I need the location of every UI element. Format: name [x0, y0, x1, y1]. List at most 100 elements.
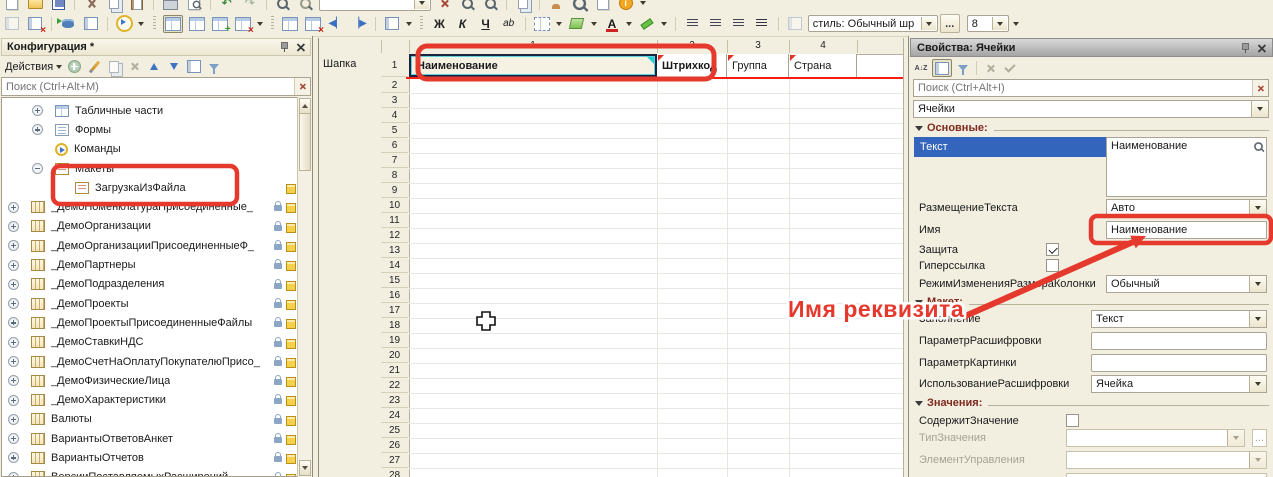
move-down-icon[interactable] [165, 59, 183, 75]
edit-pencil-icon[interactable] [85, 59, 103, 75]
tree-item[interactable]: ВерсииПоставляемыхРасширений [2, 468, 310, 477]
fill-color-options-icon[interactable] [591, 22, 597, 26]
tree-item[interactable]: _ДемоПодразделения [2, 275, 310, 294]
tree-item[interactable]: _ДемоПроекты [2, 294, 310, 313]
highlight-options-icon[interactable] [661, 22, 667, 26]
copy-add-icon[interactable] [105, 59, 123, 75]
borders-options-icon[interactable] [556, 22, 562, 26]
expand-icon[interactable] [8, 202, 19, 213]
section-header-layout[interactable]: Макет: [915, 295, 1269, 309]
collapse-icon[interactable] [915, 300, 923, 305]
property-label-text[interactable]: Текст [914, 137, 1112, 157]
chevron-down-icon[interactable] [1251, 101, 1268, 117]
filter-icon[interactable] [205, 59, 223, 75]
row-header[interactable]: 23 [381, 393, 408, 408]
category-view-icon[interactable] [932, 59, 952, 77]
form-icon[interactable] [82, 16, 100, 32]
row-header[interactable]: 3 [381, 93, 408, 108]
properties-panel-header[interactable]: Свойства: Ячейки [910, 38, 1273, 57]
row-header[interactable]: 17 [381, 303, 408, 318]
picture-parameter-input[interactable] [1091, 354, 1267, 372]
collapse-icon[interactable] [915, 401, 923, 406]
locked-grid-icon[interactable] [3, 16, 21, 32]
property-label[interactable]: СодержитЗначение [919, 412, 1019, 430]
cut-icon[interactable] [82, 0, 100, 11]
row-header[interactable]: 26 [381, 438, 408, 453]
window-icon[interactable] [185, 59, 203, 75]
scrollbar-thumb[interactable] [299, 113, 311, 171]
row-header[interactable]: 7 [381, 153, 408, 168]
expand-icon[interactable] [32, 124, 43, 135]
tree-item[interactable]: _ДемоПартнеры [2, 255, 310, 274]
tree-item-zagruzka-iz-faila[interactable]: ЗагрузкаИзФайла [2, 178, 310, 197]
save-icon[interactable] [49, 0, 67, 11]
style-more-button[interactable]: ... [940, 14, 960, 33]
align-right-icon[interactable] [729, 16, 747, 32]
show-grid-icon[interactable] [188, 16, 206, 32]
column-header[interactable]: 1 [409, 38, 657, 54]
row-header[interactable]: 10 [381, 198, 408, 213]
property-label[interactable]: ИспользованиеРасшифровки [919, 375, 1089, 393]
row-header[interactable]: 20 [381, 348, 408, 363]
show-headers-icon[interactable] [163, 15, 183, 33]
row-header[interactable]: 21 [381, 363, 408, 378]
tree-item[interactable]: ВариантыОтветовАнкет [2, 429, 310, 448]
section-header-main[interactable]: Основные: [915, 121, 1269, 135]
close-window-icon[interactable]: × [26, 16, 44, 32]
collapse-icon[interactable] [915, 126, 923, 131]
row-header[interactable]: 12 [381, 228, 408, 243]
cell-names-icon[interactable] [383, 16, 401, 32]
property-label[interactable]: ПараметрРасшифровки [919, 332, 1041, 350]
search-clear-icon[interactable] [294, 78, 310, 95]
row-header[interactable]: 28 [381, 468, 408, 477]
expand-icon[interactable] [8, 472, 19, 477]
column-header[interactable]: 3 [727, 38, 789, 54]
print-preview-icon[interactable] [185, 0, 203, 11]
chevron-down-icon[interactable] [1249, 200, 1266, 216]
cell-naimenovanie[interactable]: Наименование [409, 54, 657, 77]
property-label[interactable]: Гиперссылка [919, 257, 985, 275]
fill-color-icon[interactable] [568, 16, 586, 32]
undo-icon[interactable]: ↶ [218, 0, 236, 11]
tree-scrollbar[interactable] [297, 97, 312, 477]
tree-item[interactable]: _ДемоОрганизации [2, 217, 310, 236]
tree-item[interactable]: _ДемоХарактеристики [2, 390, 310, 409]
row-header[interactable]: 14 [381, 258, 408, 273]
run-icon[interactable] [115, 16, 133, 32]
chevron-down-icon[interactable] [1249, 376, 1266, 392]
pin-icon[interactable] [1240, 43, 1249, 53]
row-header[interactable]: 5 [381, 123, 408, 138]
apply-check-icon[interactable] [1001, 60, 1019, 76]
add-icon[interactable] [65, 59, 83, 75]
syntax-check-icon[interactable] [571, 0, 589, 11]
search-input[interactable] [2, 78, 294, 95]
expand-icon[interactable] [8, 298, 19, 309]
collapse-icon[interactable] [32, 163, 43, 174]
toolbar-overflow-icon[interactable] [1013, 22, 1019, 26]
paste-icon[interactable] [128, 0, 146, 11]
column-header[interactable]: 4 [789, 38, 857, 54]
quick-find-combobox[interactable] [319, 0, 431, 11]
detail-use-combobox[interactable]: Ячейка [1091, 375, 1267, 393]
tree-item[interactable]: Валюты [2, 410, 310, 429]
configuration-panel-header[interactable]: Конфигурация * [1, 38, 311, 56]
text-value-editor[interactable]: Наименование [1106, 137, 1267, 197]
align-center-icon[interactable] [706, 16, 724, 32]
filter-edit-icon[interactable] [954, 60, 972, 76]
zoom-in-icon[interactable] [458, 0, 476, 11]
zoom-out-icon[interactable] [481, 0, 499, 11]
copy-icon[interactable] [105, 0, 123, 11]
preview-icon[interactable] [594, 0, 612, 11]
object-selector-combobox[interactable]: Ячейки [913, 100, 1269, 118]
row-header[interactable]: 22 [381, 378, 408, 393]
property-label[interactable]: Имя [919, 221, 940, 239]
close-icon[interactable] [296, 43, 305, 52]
run-options-icon[interactable] [138, 22, 144, 26]
scroll-up-icon[interactable] [299, 98, 311, 114]
delete-icon[interactable] [125, 59, 143, 75]
scroll-down-icon[interactable] [299, 460, 311, 476]
tree-item[interactable]: _ДемоНоменклатураПрисоединенные_ [2, 197, 310, 216]
clear-icon[interactable] [981, 60, 999, 76]
text-placement-combobox[interactable]: Авто [1106, 199, 1267, 217]
tree-item[interactable]: _ДемоФизическиеЛица [2, 371, 310, 390]
